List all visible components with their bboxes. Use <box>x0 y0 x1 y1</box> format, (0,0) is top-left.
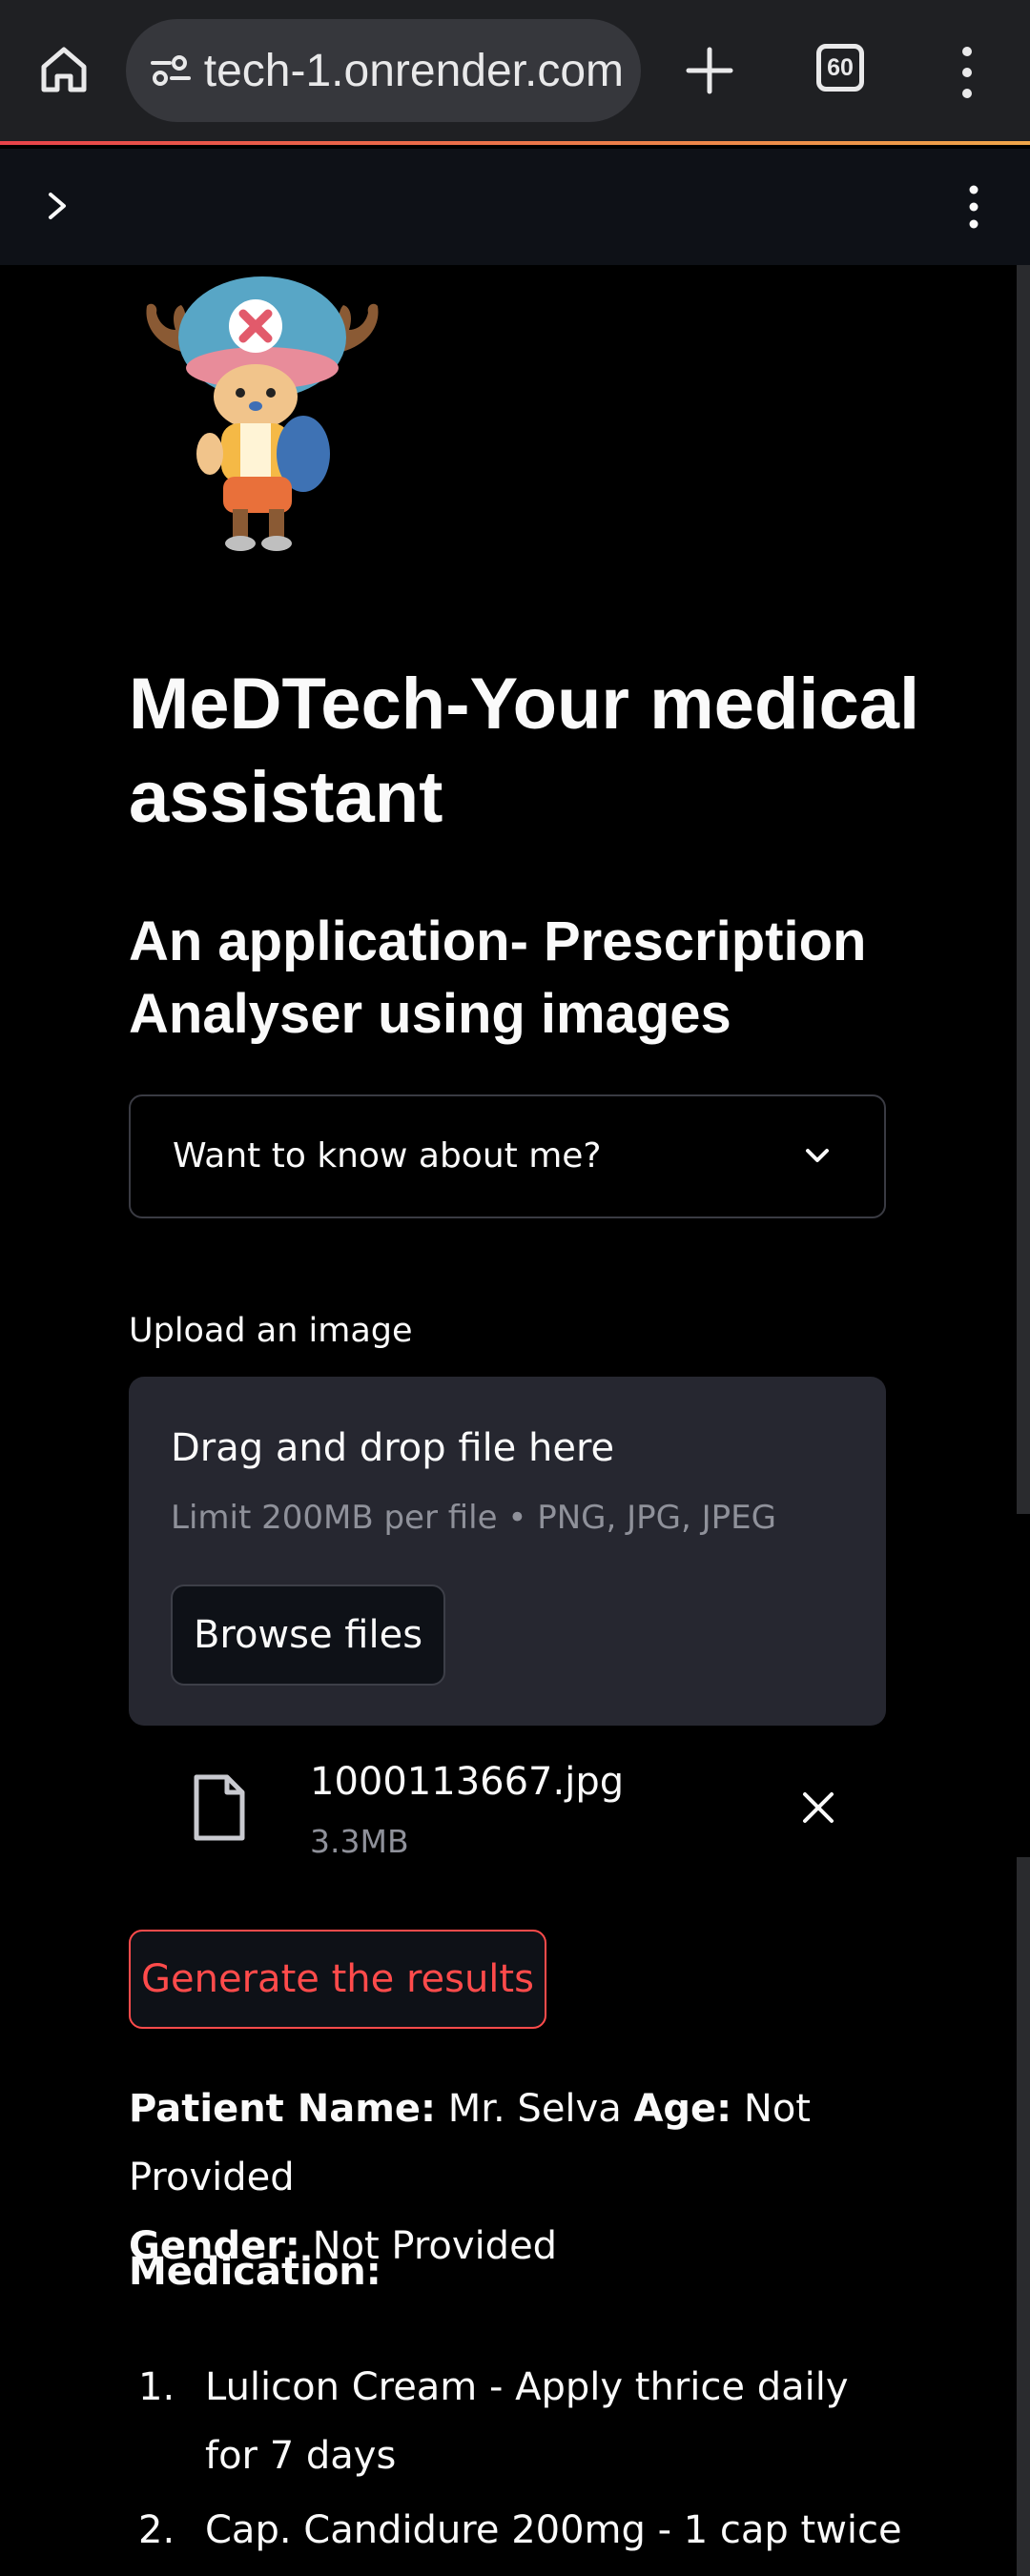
scrollbar-track[interactable] <box>1017 265 1030 1514</box>
home-icon[interactable] <box>32 38 95 101</box>
scrollbar-track-lower[interactable] <box>1017 1857 1030 2576</box>
list-item-number: 1. <box>138 2365 175 2409</box>
page-subtitle: An application- Prescription Analyser us… <box>129 910 867 1045</box>
expander-label: Want to know about me? <box>173 1136 602 1176</box>
patient-name-value: Mr. Selva <box>447 2087 622 2131</box>
chevron-down-icon <box>800 1142 834 1171</box>
about-expander[interactable]: Want to know about me? <box>129 1094 886 1218</box>
file-dropzone[interactable]: Drag and drop file here Limit 200MB per … <box>129 1377 886 1726</box>
list-item: 2. Cap. Candidure 200mg - 1 cap twice <box>129 2496 911 2565</box>
tabs-icon[interactable]: 60 <box>816 44 864 92</box>
browser-toolbar: med-tech-1.onrender.com 60 <box>0 0 1030 145</box>
page-load-accent-line <box>0 141 1030 145</box>
plus-icon[interactable] <box>677 38 742 103</box>
medication-heading: Medication: <box>129 2250 381 2294</box>
file-icon <box>191 1773 248 1842</box>
url-text[interactable]: med-tech-1.onrender.com <box>204 45 624 97</box>
site-settings-icon[interactable] <box>145 45 196 96</box>
close-icon[interactable] <box>799 1789 837 1827</box>
dropzone-title: Drag and drop file here <box>171 1426 615 1470</box>
chevron-right-icon[interactable] <box>38 187 76 225</box>
age-label: Age: <box>633 2087 732 2131</box>
list-item-text: Lulicon Cream - Apply thrice daily for 7… <box>205 2365 849 2478</box>
address-bar[interactable]: med-tech-1.onrender.com <box>126 19 641 122</box>
browse-files-button[interactable]: Browse files <box>171 1584 445 1686</box>
uploaded-file-size: 3.3MB <box>310 1823 409 1860</box>
medication-list: 1. Lulicon Cream - Apply thrice daily fo… <box>129 2353 911 2570</box>
mascot-image <box>134 263 391 559</box>
list-item: 1. Lulicon Cream - Apply thrice daily fo… <box>129 2353 911 2490</box>
upload-label: Upload an image <box>129 1312 413 1350</box>
app-header <box>0 149 1030 265</box>
page-title: MeDTech-Your medical assistant <box>129 664 920 838</box>
dropzone-limit: Limit 200MB per file • PNG, JPG, JPEG <box>171 1499 776 1537</box>
menu-kebab-icon[interactable] <box>950 42 984 103</box>
generate-results-button[interactable]: Generate the results <box>129 1930 546 2029</box>
app-menu-kebab-icon[interactable] <box>958 181 990 233</box>
list-item-text: Cap. Candidure 200mg - 1 cap twice <box>205 2508 902 2552</box>
uploaded-file-name: 1000113667.jpg <box>310 1760 625 1804</box>
patient-name-label: Patient Name: <box>129 2087 436 2131</box>
list-item-number: 2. <box>138 2508 175 2552</box>
